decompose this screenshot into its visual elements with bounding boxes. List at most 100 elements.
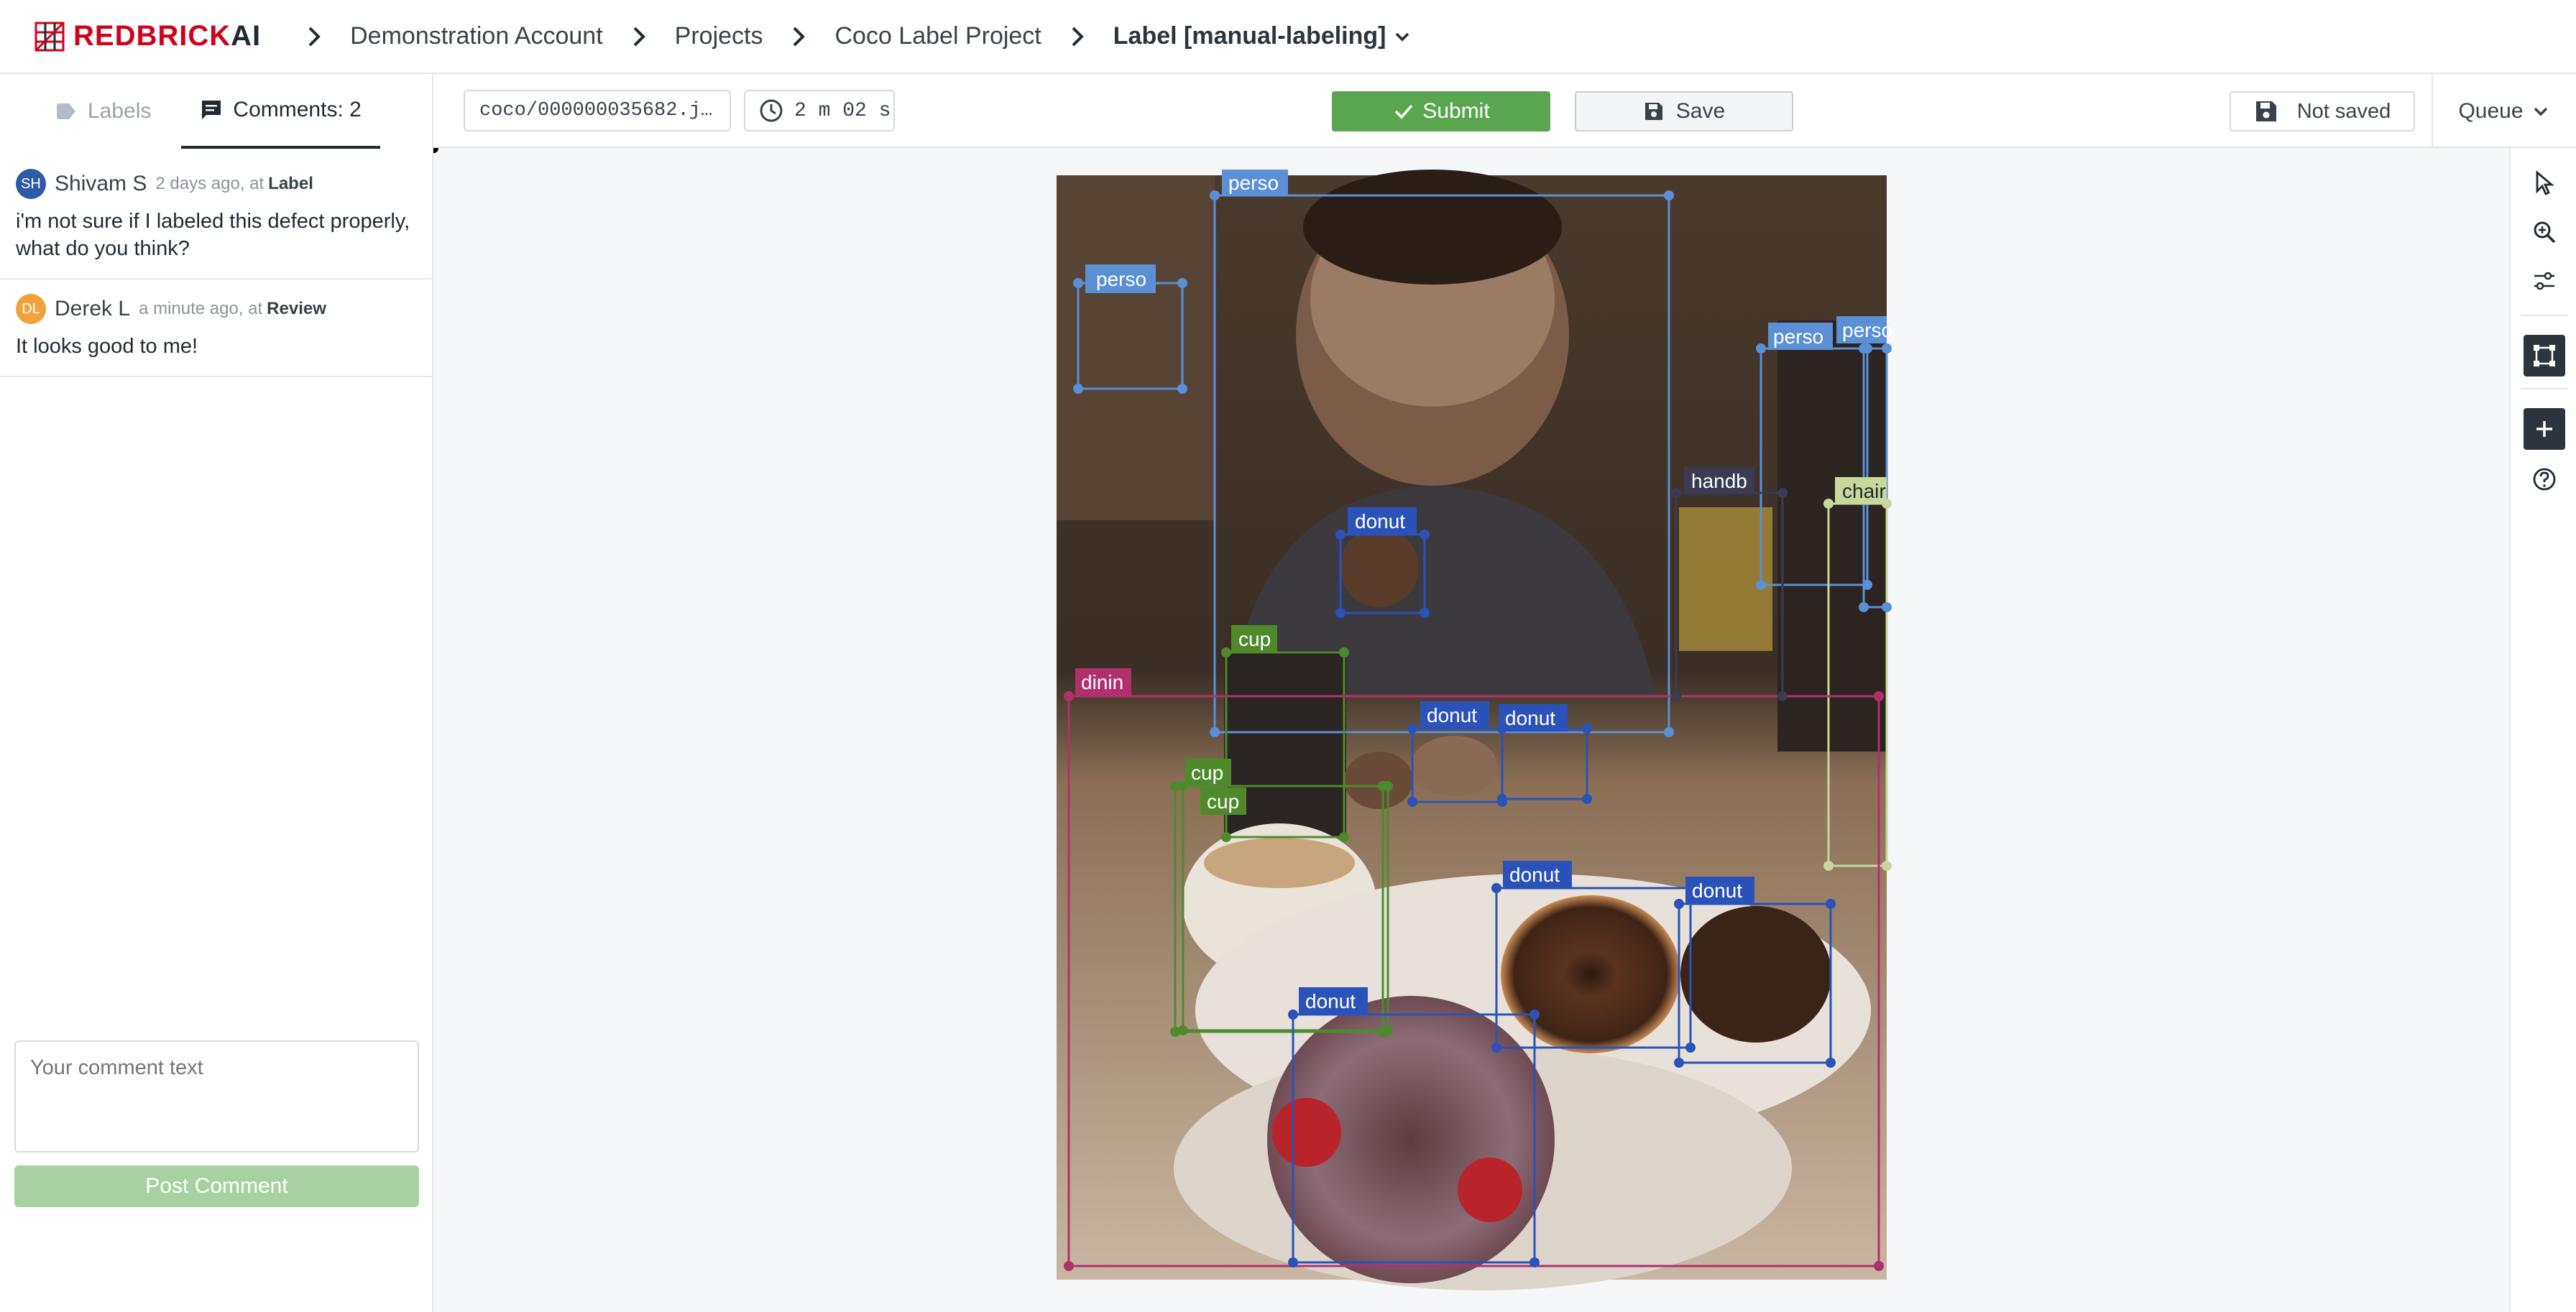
label-tag[interactable]: donut xyxy=(1685,877,1754,904)
bbox-vertex-handle[interactable] xyxy=(1383,1025,1393,1035)
adjust-tool[interactable] xyxy=(2524,260,2565,302)
label-tag[interactable]: donut xyxy=(1299,987,1368,1015)
bbox-vertex-handle[interactable] xyxy=(1664,190,1674,200)
tab-labels[interactable]: Labels xyxy=(36,74,170,149)
label-tag[interactable]: donut xyxy=(1420,701,1489,729)
label-tag[interactable]: donut xyxy=(1499,704,1568,731)
bbox-vertex-handle[interactable] xyxy=(1064,1261,1074,1271)
add-label-button[interactable] xyxy=(2524,408,2565,450)
bbox-vertex-handle[interactable] xyxy=(1777,488,1788,498)
bbox-vertex-handle[interactable] xyxy=(1210,190,1220,200)
bbox-vertex-handle[interactable] xyxy=(1177,278,1187,288)
breadcrumb-project[interactable]: Coco Label Project xyxy=(834,22,1041,50)
label-tag[interactable]: cup xyxy=(1185,759,1231,786)
label-tag[interactable]: dinin xyxy=(1075,668,1131,696)
bbox-vertex-handle[interactable] xyxy=(1874,1261,1884,1271)
tab-comments[interactable]: Comments: 2 xyxy=(181,74,380,149)
bbox-vertex-handle[interactable] xyxy=(1491,883,1501,893)
bbox-vertex-handle[interactable] xyxy=(1664,727,1674,737)
bbox-vertex-handle[interactable] xyxy=(1210,727,1220,737)
comment-text: i'm not sure if I labeled this defect pr… xyxy=(16,210,410,260)
bbox-vertex-handle[interactable] xyxy=(1420,608,1430,618)
breadcrumb-current-stage[interactable]: Label [manual-labeling] xyxy=(1113,22,1414,50)
bbox-vertex-handle[interactable] xyxy=(1882,602,1892,612)
bbox-vertex-handle[interactable] xyxy=(1073,384,1083,394)
bbox-vertex-handle[interactable] xyxy=(1823,861,1834,871)
comment-stage: Review xyxy=(267,299,326,318)
annotation-canvas[interactable]: perso perso perso perso handb chair donu… xyxy=(433,148,2509,1312)
bbox-vertex-handle[interactable] xyxy=(1582,724,1592,734)
bbox-vertex-handle[interactable] xyxy=(1221,647,1231,657)
queue-label: Queue xyxy=(2458,98,2524,123)
bbox-vertex-handle[interactable] xyxy=(1756,580,1766,590)
bbox-vertex-handle[interactable] xyxy=(1407,724,1417,734)
bbox-vertex-handle[interactable] xyxy=(1491,1043,1501,1053)
bbox-vertex-handle[interactable] xyxy=(1862,580,1872,590)
label-tag[interactable]: handb xyxy=(1684,467,1754,494)
queue-dropdown[interactable]: Queue xyxy=(2432,74,2576,148)
label-tag[interactable]: donut xyxy=(1348,507,1417,535)
bbox-vertex-handle[interactable] xyxy=(1826,1058,1836,1068)
bbox-vertex-handle[interactable] xyxy=(1777,691,1788,701)
bbox-vertex-handle[interactable] xyxy=(1339,647,1349,657)
svg-text:perso: perso xyxy=(1773,325,1823,348)
tag-icon xyxy=(57,103,75,119)
breadcrumb-account[interactable]: Demonstration Account xyxy=(350,22,603,50)
bbox-tool[interactable] xyxy=(2524,335,2565,376)
help-button[interactable] xyxy=(2524,458,2565,500)
chevron-right-icon xyxy=(1072,27,1084,46)
filename-chip[interactable]: coco/000000035682.j… xyxy=(464,90,731,131)
bbox-vertex-handle[interactable] xyxy=(1685,1043,1696,1053)
bbox-vertex-handle[interactable] xyxy=(1826,899,1836,909)
bbox-vertex-handle[interactable] xyxy=(1221,832,1231,842)
bbox-vertex-handle[interactable] xyxy=(1339,832,1349,842)
label-tag[interactable]: perso xyxy=(1768,323,1833,350)
bbox-vertex-handle[interactable] xyxy=(1288,1257,1298,1267)
comment-timestamp: 2 days ago, at xyxy=(155,174,264,193)
bbox-vertex-handle[interactable] xyxy=(1383,781,1393,791)
zoom-tool[interactable] xyxy=(2524,211,2565,253)
label-tag[interactable]: chair xyxy=(1835,477,1887,504)
bbox-vertex-handle[interactable] xyxy=(1530,1010,1540,1020)
label-tag[interactable]: donut xyxy=(1503,861,1572,888)
bbox-vertex-handle[interactable] xyxy=(1335,608,1346,618)
bbox-vertex-handle[interactable] xyxy=(1671,691,1681,701)
bbox-vertex-handle[interactable] xyxy=(1407,797,1417,807)
bbox-vertex-handle[interactable] xyxy=(1530,1257,1540,1267)
bbox-vertex-handle[interactable] xyxy=(1874,691,1884,701)
bbox-vertex-handle[interactable] xyxy=(1671,488,1681,498)
select-tool[interactable] xyxy=(2524,162,2565,204)
bbox-vertex-handle[interactable] xyxy=(1178,1025,1188,1035)
save-button[interactable]: Save xyxy=(1575,91,1793,131)
bbox-vertex-handle[interactable] xyxy=(1823,499,1834,509)
bbox-vertex-handle[interactable] xyxy=(1674,899,1684,909)
annotation-scene[interactable]: perso perso perso perso handb chair donu… xyxy=(433,148,2509,1312)
bbox-vertex-handle[interactable] xyxy=(1859,343,1869,354)
bbox-vertex-handle[interactable] xyxy=(1420,530,1430,540)
label-tag[interactable]: perso xyxy=(1085,264,1156,293)
post-comment-button[interactable]: Post Comment xyxy=(14,1165,419,1207)
bbox-vertex-handle[interactable] xyxy=(1073,278,1083,288)
bbox-vertex-handle[interactable] xyxy=(1497,794,1507,804)
bbox-vertex-handle[interactable] xyxy=(1335,530,1346,540)
breadcrumb-current-label: Label [manual-labeling] xyxy=(1113,22,1386,50)
label-tag[interactable]: cup xyxy=(1200,787,1246,815)
submit-button[interactable]: Submit xyxy=(1332,91,1550,131)
bbox-vertex-handle[interactable] xyxy=(433,148,438,153)
bbox-vertex-handle[interactable] xyxy=(1582,794,1592,804)
breadcrumb-projects[interactable]: Projects xyxy=(675,22,763,50)
comment-input[interactable] xyxy=(14,1040,419,1152)
bbox-vertex-handle[interactable] xyxy=(1177,384,1187,394)
bbox-vertex-handle[interactable] xyxy=(1756,343,1766,354)
bbox-vertex-handle[interactable] xyxy=(1674,1058,1684,1068)
bbox-vertex-handle[interactable] xyxy=(1859,602,1869,612)
logo[interactable]: REDBRICKAI xyxy=(33,0,261,73)
bbox-vertex-handle[interactable] xyxy=(1882,343,1892,354)
label-tag[interactable]: cup xyxy=(1231,625,1277,652)
label-tag[interactable]: perso xyxy=(1222,170,1288,195)
bbox-vertex-handle[interactable] xyxy=(1288,1010,1298,1020)
bounding-box-icon xyxy=(2534,345,2555,366)
bbox-vertex-handle[interactable] xyxy=(1882,861,1892,871)
label-tag[interactable]: perso xyxy=(1836,316,1892,343)
bbox-vertex-handle[interactable] xyxy=(1064,691,1074,701)
